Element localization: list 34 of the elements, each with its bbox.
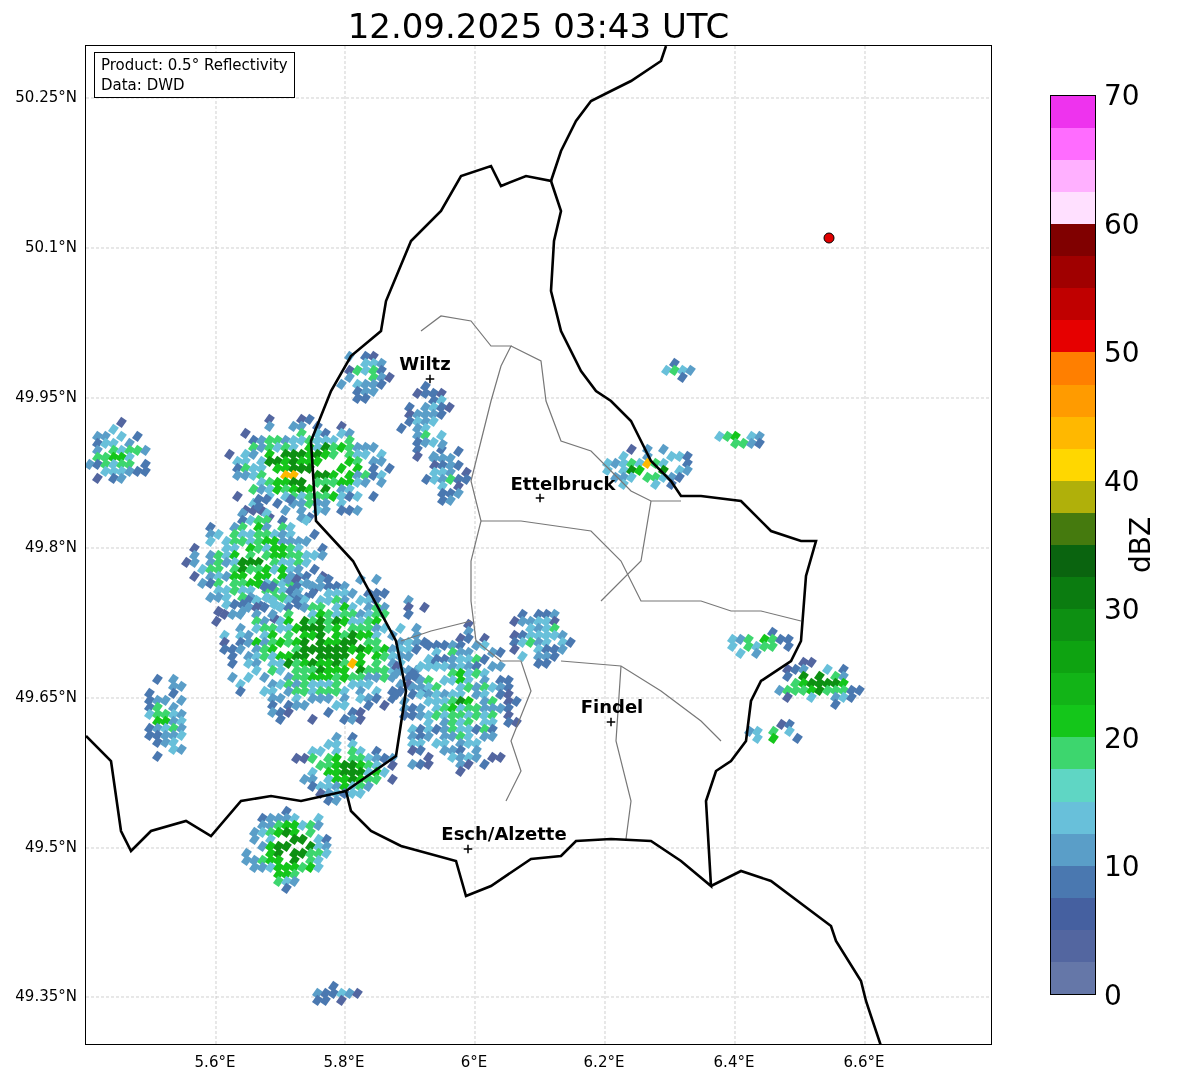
latitude-label: 50.1°N <box>24 238 77 256</box>
plus-marker-icon <box>425 374 435 384</box>
city-label: Esch/Alzette <box>441 822 567 844</box>
longitude-label: 6.2°E <box>583 1053 625 1071</box>
latitude-label: 49.95°N <box>15 388 77 406</box>
colorbar-title: dBZ <box>1123 516 1157 574</box>
city-label: Findel <box>580 695 644 717</box>
longitude-label: 5.8°E <box>323 1053 365 1071</box>
plus-marker-icon <box>535 493 545 503</box>
location-dot <box>823 232 835 244</box>
info-text: Data: DWD <box>101 75 186 95</box>
longitude-label: 5.6°E <box>194 1053 236 1071</box>
longitude-label: 6°E <box>460 1053 488 1071</box>
colorbar-tick-label: 60 <box>1104 207 1140 241</box>
latitude-label: 49.8°N <box>24 538 77 556</box>
latitude-label: 49.65°N <box>15 688 77 706</box>
colorbar-tick-label: 20 <box>1104 721 1140 755</box>
colorbar-tick-label: 30 <box>1104 592 1140 626</box>
latitude-label: 49.35°N <box>15 987 77 1005</box>
chart-title: 12.09.2025 03:43 UTC <box>346 5 731 45</box>
city-label: Ettelbruck <box>510 472 616 494</box>
colorbar-tick-label: 0 <box>1104 978 1122 1012</box>
colorbar-tick-label: 50 <box>1104 335 1140 369</box>
plus-marker-icon <box>463 844 473 854</box>
colorbar-tick-label: 40 <box>1104 464 1140 498</box>
city-label: Wiltz <box>399 352 451 374</box>
info-text: Product: 0.5° Reflectivity <box>101 55 288 75</box>
latitude-label: 50.25°N <box>15 88 77 106</box>
plus-marker-icon <box>606 717 616 727</box>
longitude-label: 6.4°E <box>713 1053 755 1071</box>
longitude-label: 6.6°E <box>843 1053 885 1071</box>
colorbar-tick-label: 10 <box>1104 849 1140 883</box>
latitude-label: 49.5°N <box>24 838 77 856</box>
colorbar-tick-label: 70 <box>1104 78 1140 112</box>
